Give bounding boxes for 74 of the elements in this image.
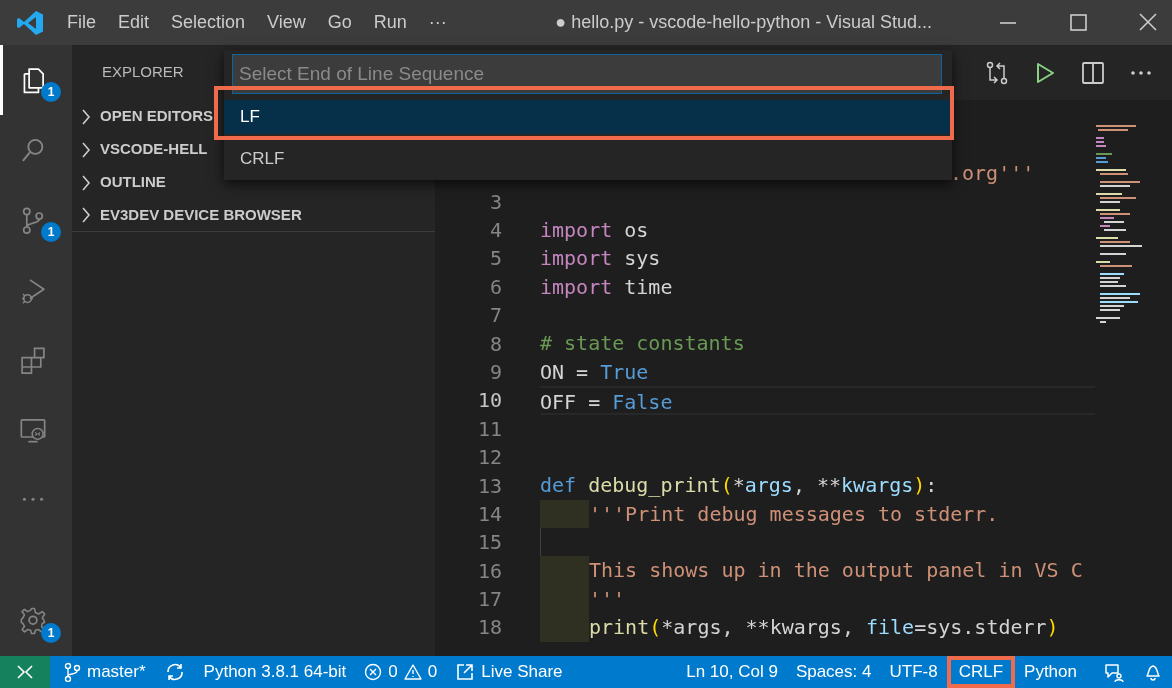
extensions-icon[interactable] [18,345,47,375]
line-number: 5 [488,245,502,273]
menu-item[interactable]: ··· [417,9,458,36]
code-line: .org''' [950,160,1035,187]
menu-item[interactable]: Selection [160,9,257,36]
warning-icon [403,663,422,681]
line-number: 11 [476,415,502,443]
list-option[interactable]: LF [224,100,952,134]
branch-icon[interactable] [63,662,81,682]
line-number: 18 [476,614,502,642]
compare-changes-icon[interactable] [984,59,1010,86]
code-line: import time [540,273,673,301]
share-arrow-icon[interactable] [455,662,476,682]
code-line: import os [540,216,649,244]
section-label: VSCODE-HELL [100,139,208,160]
sidebar-section[interactable]: OUTLINE [80,171,166,194]
line-number: 13 [476,472,502,500]
code-line: This shows up in the output panel in VS C [589,557,1083,585]
bell-icon[interactable] [1143,662,1163,682]
code-line: # state constants [540,330,745,358]
line-number: 3 [488,188,502,216]
status-item[interactable]: UTF-8 [880,656,947,688]
error-count[interactable]: 0 [388,659,398,685]
sidebar-section[interactable]: EV3DEV DEVICE BROWSER [80,203,302,227]
line-number: 8 [488,330,502,358]
menu-item[interactable]: Run [362,9,418,36]
code-line: print(*args, **kwargs, file=sys.stderr) [589,614,1059,642]
code-line: import sys [540,245,661,273]
count-badge: 1 [41,82,61,102]
line-number: 14 [476,500,502,528]
section-label: OPEN EDITORS [100,106,214,127]
logo-icon [16,8,44,37]
status-item[interactable]: CRLF [946,656,1016,688]
menu-item[interactable]: View [256,9,317,36]
split-editor-icon[interactable] [1080,59,1106,86]
count-badge: 1 [41,222,61,242]
branch-name[interactable]: master* [87,659,146,685]
menu-item[interactable]: Edit [107,9,161,36]
line-number: 6 [488,273,502,301]
sidebar-title: EXPLORER [102,62,184,83]
window-title: ● hello.py - vscode-hello-python - Visual Stud... [555,11,932,34]
close-icon[interactable] [1137,13,1159,32]
count-badge: 1 [41,623,61,643]
feedback-icon[interactable] [1103,662,1125,682]
status-item[interactable]: Python [1015,656,1086,688]
code-line: OFF = False [540,389,674,413]
line-number: 17 [476,586,502,614]
status-item[interactable]: Python 3.8.1 64-bit [194,656,356,688]
warning-count[interactable]: 0 [427,659,438,685]
line-number: 12 [476,444,502,472]
line-number: 4 [488,217,502,244]
code-line: ''' [589,585,626,613]
code-line: def debug_print(*args, **kwargs): [540,472,938,500]
status-item[interactable]: Spaces: 4 [786,656,881,688]
menu-item[interactable]: Go [316,9,363,36]
line-number: 9 [488,358,502,386]
line-number: 16 [476,557,502,585]
menu-item[interactable]: File [56,9,107,36]
code-line: ON = True [540,358,649,386]
status-item[interactable]: Ln 10, Col 9 [677,656,787,688]
status-item[interactable]: Live Share [481,659,563,685]
code-line: '''Print debug messages to stderr. [589,500,999,528]
maximize-icon[interactable] [1067,13,1089,32]
line-number: 7 [488,302,502,330]
settings-icon[interactable] [18,606,47,636]
line-number: 15 [476,529,502,557]
sidebar-section[interactable]: OPEN EDITORS [80,105,214,128]
sidebar-section[interactable]: VSCODE-HELL [80,138,208,161]
search-field[interactable]: Select End of Line Sequence [232,54,942,94]
error-icon [364,663,383,681]
line-number: 10 [476,387,502,415]
section-label: EV3DEV DEVICE BROWSER [100,204,302,225]
section-label: OUTLINE [100,172,166,193]
list-option[interactable]: CRLF [224,142,952,176]
